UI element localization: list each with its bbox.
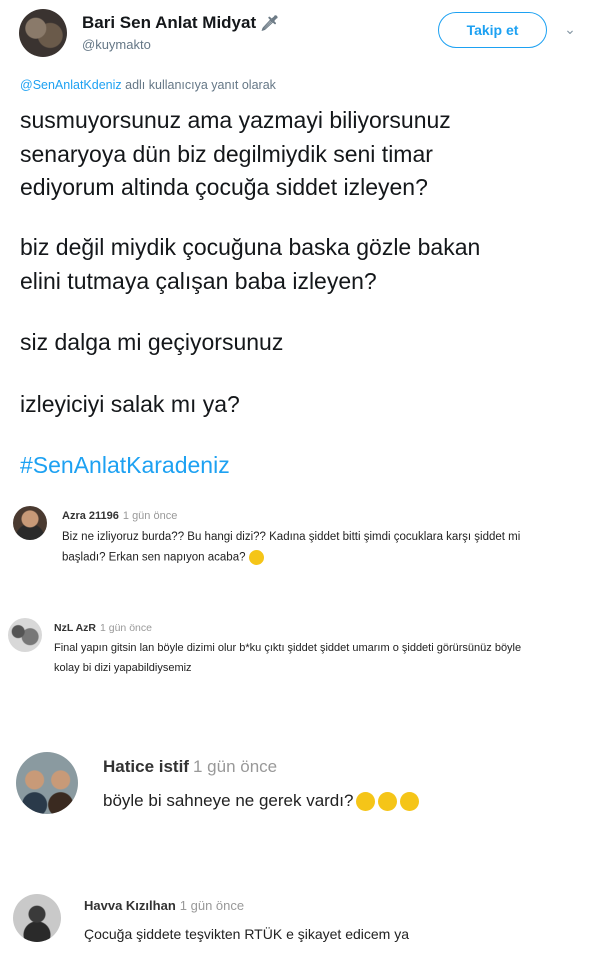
commenter-avatar[interactable] (16, 752, 78, 814)
commenter-name-text: Hatice istif (103, 757, 189, 776)
tweet-text-line: elini tutmaya çalışan baba izleyen? (20, 268, 377, 294)
commenter-name: Azra 21196 1 gün önce (62, 510, 177, 522)
smirk-emoji-icon (356, 792, 376, 812)
author-avatar[interactable] (19, 9, 67, 57)
reply-to-link[interactable]: @SenAnlatKdeniz (20, 78, 122, 92)
follow-button[interactable]: Takip et (438, 12, 547, 48)
commenter-name: Hatice istif 1 gün önce (103, 757, 277, 777)
tweet-text-line: izleyiciyi salak mı ya? (20, 391, 240, 417)
author-handle[interactable]: @kuymakto (82, 37, 151, 52)
smirk-emoji-icon (248, 550, 264, 565)
tweet-text-line: senaryoya dün biz degilmiydik seni timar (20, 141, 433, 167)
commenter-avatar[interactable] (13, 506, 47, 540)
hashtag-link[interactable]: #SenAnlatKaradeniz (20, 452, 230, 479)
author-name-text: Bari Sen Anlat Midyat (82, 13, 257, 32)
comment-text: başladı? Erkan sen napıyon acaba? (62, 551, 246, 564)
comment-text-line: başladı? Erkan sen napıyon acaba? (62, 550, 264, 565)
comment-text: böyle bi sahneye ne gerek vardı? (103, 791, 354, 810)
commenter-name-text: Azra 21196 (62, 510, 119, 522)
comment-text-line: kolay bi dizi yapabildiysemiz (54, 662, 192, 674)
commenter-avatar[interactable] (8, 618, 42, 652)
comment-time: 1 gün önce (122, 510, 178, 522)
comment-time: 1 gün önce (192, 757, 278, 776)
disappointed-emoji-icon (400, 792, 420, 812)
comment-text-line: böyle bi sahneye ne gerek vardı? (103, 791, 420, 812)
comment-time: 1 gün önce (179, 898, 245, 913)
author-display-name[interactable]: Bari Sen Anlat Midyat 🗡 (82, 13, 279, 33)
commenter-avatar[interactable] (13, 894, 61, 942)
dagger-icon: 🗡 (260, 15, 280, 32)
comment-text-line: Çocuğa şiddete teşvikten RTÜK e şikayet … (84, 926, 410, 942)
commenter-name-text: NzL AzR (54, 622, 96, 634)
commenter-name: NzL AzR 1 gün önce (54, 622, 152, 634)
disappointed-emoji-icon (378, 792, 398, 812)
commenter-name: Havva Kızılhan 1 gün önce (84, 898, 244, 913)
reply-to-suffix: adlı kullanıcıya yanıt olarak (121, 78, 276, 92)
comment-text-line: Biz ne izliyoruz burda?? Bu hangi dizi??… (62, 531, 521, 543)
reply-context: @SenAnlatKdeniz adlı kullanıcıya yanıt o… (20, 78, 276, 92)
comment-time: 1 gün önce (100, 622, 152, 634)
commenter-name-text: Havva Kızılhan (84, 898, 176, 913)
tweet-text-line: siz dalga mi geçiyorsunuz (20, 329, 284, 355)
tweet-text-line: susmuyorsunuz ama yazmayi biliyorsunuz (20, 107, 451, 133)
tweet-text-line: biz değil miydik çocuğuna baska gözle ba… (20, 234, 481, 260)
comment-text-line: Final yapın gitsin lan böyle dizimi olur… (54, 642, 522, 654)
chevron-down-icon[interactable]: ⌄ (561, 20, 579, 38)
tweet-text-line: ediyorum altinda çocuğa siddet izleyen? (20, 174, 428, 200)
